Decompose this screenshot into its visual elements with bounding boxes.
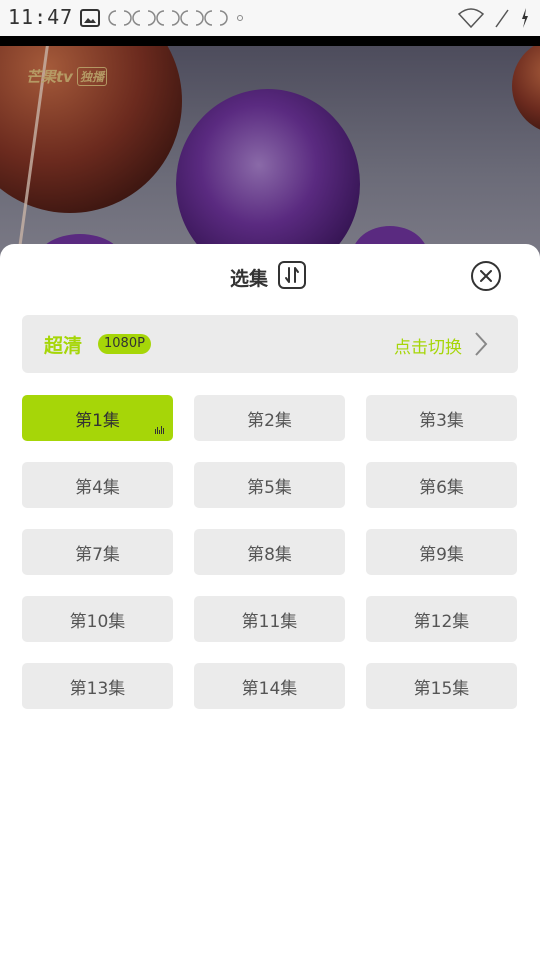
sort-button[interactable] [278, 261, 306, 289]
quality-name: 超清 [44, 335, 83, 357]
sheet-title: 选集 [230, 268, 269, 290]
image-notification-icon [80, 9, 100, 27]
quality-resolution-badge: 1080P [98, 334, 151, 354]
watermark-badge: 独播 [76, 67, 107, 86]
episode-label: 第7集 [75, 544, 120, 565]
episode-label: 第6集 [419, 477, 464, 498]
episode-button-10[interactable]: 第10集 [22, 596, 173, 642]
battery-charging-icon [522, 8, 528, 28]
playing-bars-icon [155, 426, 164, 434]
status-icons-right [458, 6, 530, 30]
episode-button-13[interactable]: 第13集 [22, 663, 173, 709]
watermark-brand: 芒果tv [26, 68, 73, 86]
signal-icon [495, 9, 509, 28]
episode-label: 第13集 [69, 678, 126, 699]
close-icon [480, 270, 492, 282]
episode-button-9[interactable]: 第9集 [366, 529, 517, 575]
episode-button-6[interactable]: 第6集 [366, 462, 517, 508]
episode-label: 第15集 [413, 678, 470, 699]
episode-label: 第9集 [419, 544, 464, 565]
episode-button-5[interactable]: 第5集 [194, 462, 345, 508]
episode-label: 第1集 [75, 410, 120, 431]
video-watermark: 芒果tv 独播 [26, 66, 107, 87]
episode-label: 第4集 [75, 477, 120, 498]
video-player[interactable]: 芒果tv 独播 [0, 46, 540, 260]
episode-label: 第8集 [247, 544, 292, 565]
episode-button-14[interactable]: 第14集 [194, 663, 345, 709]
status-icons-left [80, 8, 244, 28]
episode-label: 第12集 [413, 611, 470, 632]
switch-quality-label: 点击切换 [394, 338, 462, 358]
episode-button-4[interactable]: 第4集 [22, 462, 173, 508]
episode-label: 第3集 [419, 410, 464, 431]
sort-toggle-icon [285, 267, 299, 283]
episode-button-3[interactable]: 第3集 [366, 395, 517, 441]
episode-button-7[interactable]: 第7集 [22, 529, 173, 575]
episode-label: 第11集 [241, 611, 298, 632]
episode-button-8[interactable]: 第8集 [194, 529, 345, 575]
episode-label: 第5集 [247, 477, 292, 498]
episode-label: 第10集 [69, 611, 126, 632]
episode-button-15[interactable]: 第15集 [366, 663, 517, 709]
small-dot-icon [237, 15, 243, 21]
status-time: 11:47 [8, 5, 74, 29]
video-top-strip [0, 36, 540, 46]
close-button[interactable] [471, 261, 501, 291]
status-bar: 11:47 [0, 0, 540, 36]
episode-selection-sheet: 选集 超清 1080P 点击切换 第1集 第2集 第3集第4集 第5集 第6集第7集 第8… [0, 244, 540, 960]
episode-label: 第14集 [241, 678, 298, 699]
episode-button-1[interactable]: 第1集 [22, 395, 173, 441]
episode-button-12[interactable]: 第12集 [366, 596, 517, 642]
quality-switch-bar[interactable]: 超清 1080P 点击切换 [22, 315, 518, 373]
episode-button-11[interactable]: 第11集 [194, 596, 345, 642]
loading-dots-icon [108, 10, 228, 26]
episode-button-2[interactable]: 第2集 [194, 395, 345, 441]
chevron-right-icon [475, 332, 488, 356]
episode-label: 第2集 [247, 410, 292, 431]
wifi-icon [458, 8, 484, 28]
